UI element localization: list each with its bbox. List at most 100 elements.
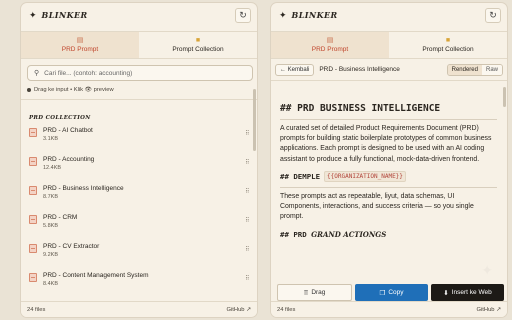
scrollbar[interactable] — [253, 89, 256, 151]
brand: ✦ BLINKER — [29, 10, 88, 21]
doc-subheading: ## DEMPLE {{ORGANIZATION_NAME}} — [280, 170, 497, 182]
item-size: 9.2KB — [43, 252, 58, 258]
tab-prompt-collection[interactable]: ■ Prompt Collection — [389, 32, 507, 58]
refresh-button[interactable]: ↻ — [485, 8, 501, 23]
clipboard-icon: ▤ — [326, 37, 334, 44]
item-size: 3.1KB — [43, 136, 58, 142]
document-icon — [29, 244, 37, 253]
document-icon — [29, 215, 37, 224]
tab-prompt-collection[interactable]: ■ Prompt Collection — [139, 32, 257, 58]
usage-hint: Drag ke input • Klik 👁 preview — [21, 81, 257, 93]
clipboard-icon: ▤ — [76, 37, 84, 44]
copy-icon: ❐ — [379, 289, 386, 297]
drag-label: Drag — [311, 289, 326, 296]
hint-text: Drag ke input • Klik 👁 preview — [34, 87, 114, 93]
search-box: ⚲ — [27, 65, 253, 81]
item-size: 5.8KB — [43, 223, 58, 229]
doc-paragraph: A curated set of detailed Product Requir… — [280, 125, 492, 163]
view-toggle: Rendered Raw — [446, 63, 503, 76]
insert-label: Insert ke Web — [451, 289, 492, 296]
drag-handle-icon[interactable]: ⠿ — [245, 130, 249, 137]
titlebar: ✦ BLINKER ↻ — [271, 3, 507, 27]
brand-name: BLINKER — [41, 10, 88, 20]
list-item[interactable]: PRD - CV Extractor 9.2KB ⠿ — [21, 237, 257, 266]
bullet-icon — [27, 88, 31, 92]
tab-label: Prompt Collection — [422, 46, 474, 53]
download-icon: ⬇ — [443, 289, 449, 297]
left-panel: ✦ BLINKER ↻ ▤ PRD Prompt ■ Prompt Collec… — [20, 2, 258, 318]
document-icon — [29, 157, 37, 166]
github-link[interactable]: GitHub ↗ — [476, 307, 501, 313]
right-panel: ✦ BLINKER ↻ ▤ PRD Prompt ■ Prompt Collec… — [270, 2, 508, 318]
section-label: PRD COLLECTION — [29, 115, 91, 121]
doc-title: PRD - Business Intelligence — [319, 66, 400, 73]
raw-toggle[interactable]: Raw — [481, 64, 502, 75]
item-size: 8.7KB — [43, 194, 58, 200]
doc-heading: ## PRD BUSINESS INTELLIGENCE — [280, 103, 441, 114]
titlebar: ✦ BLINKER ↻ — [21, 3, 257, 27]
rendered-toggle[interactable]: Rendered — [447, 64, 482, 75]
scrollbar[interactable] — [503, 87, 506, 107]
file-list: PRD COLLECTION PRD - AI Chatbot 3.1KB ⠿ P… — [21, 110, 257, 301]
divider — [21, 99, 257, 100]
drag-handle-icon[interactable]: ⠿ — [245, 159, 249, 166]
search-input[interactable] — [44, 69, 246, 77]
search-icon: ⚲ — [34, 70, 40, 77]
drag-handle-icon[interactable]: ⠿ — [245, 188, 249, 195]
sparkle-icon: ✦ — [29, 9, 37, 20]
document-icon — [29, 186, 37, 195]
item-size: 8.4KB — [43, 281, 58, 287]
heading-rule — [280, 186, 497, 188]
tab-label: Prompt Collection — [172, 46, 224, 53]
refresh-icon: ↻ — [239, 10, 247, 20]
action-bar: ⠿ Drag ❐ Copy ⬇ Insert ke Web — [271, 284, 507, 301]
template-variable: {{ORGANIZATION_NAME}} — [324, 170, 406, 182]
item-title: PRD - CRM — [43, 214, 78, 221]
item-title: PRD - AI Chatbot — [43, 127, 93, 134]
copy-label: Copy — [388, 289, 404, 296]
file-count: 24 files — [27, 306, 46, 313]
subheading-text: ## PRD — [280, 230, 307, 240]
refresh-button[interactable]: ↻ — [235, 8, 251, 23]
list-item[interactable]: PRD - Business Intelligence 8.7KB ⠿ — [21, 179, 257, 208]
file-count: 24 files — [277, 306, 296, 313]
folder-icon: ■ — [445, 37, 451, 44]
document-icon — [29, 273, 37, 282]
markdown-preview: ## PRD BUSINESS INTELLIGENCE A curated s… — [271, 91, 507, 284]
folder-icon: ■ — [195, 37, 201, 44]
drag-button[interactable]: ⠿ Drag — [277, 284, 352, 301]
list-item[interactable]: PRD - Accounting 12.4KB ⠿ — [21, 150, 257, 179]
back-button[interactable]: ← Kembali — [275, 63, 315, 76]
item-title: PRD - CV Extractor — [43, 243, 100, 250]
drag-icon: ⠿ — [303, 289, 309, 297]
document-icon — [29, 128, 37, 137]
list-item[interactable]: PRD - CRM 5.8KB ⠿ — [21, 208, 257, 237]
subheading-italic: GRAND ACTIONGS — [311, 230, 387, 240]
list-item[interactable]: PRD - Content Management System 8.4KB ⠿ — [21, 266, 257, 295]
brand: ✦ BLINKER — [279, 10, 338, 21]
tab-bar: ▤ PRD Prompt ■ Prompt Collection — [271, 31, 507, 59]
list-item[interactable]: PRD - AI Chatbot 3.1KB ⠿ — [21, 121, 257, 150]
tab-label: PRD Prompt — [61, 46, 99, 53]
tab-bar: ▤ PRD Prompt ■ Prompt Collection — [21, 31, 257, 59]
footer: 24 files GitHub ↗ — [271, 301, 507, 317]
doc-paragraph: These prompts act as repeatable, liyut, … — [280, 192, 474, 221]
sparkle-icon: ✦ — [279, 9, 287, 20]
item-title: PRD - Content Management System — [43, 272, 149, 279]
item-title: PRD - Business Intelligence — [43, 185, 124, 192]
preview-toolbar: ← Kembali PRD - Business Intelligence Re… — [271, 59, 507, 81]
subheading-text: ## DEMPLE — [280, 171, 321, 181]
tab-prd-prompt[interactable]: ▤ PRD Prompt — [21, 32, 139, 58]
drag-handle-icon[interactable]: ⠿ — [245, 217, 249, 224]
footer: 24 files GitHub ↗ — [21, 301, 257, 317]
sparkle-icon: ✦ — [481, 262, 493, 278]
github-link[interactable]: GitHub ↗ — [226, 307, 251, 313]
tab-label: PRD Prompt — [311, 46, 349, 53]
brand-name: BLINKER — [291, 10, 338, 20]
item-size: 12.4KB — [43, 165, 62, 171]
copy-button[interactable]: ❐ Copy — [355, 284, 428, 301]
drag-handle-icon[interactable]: ⠿ — [245, 275, 249, 282]
tab-prd-prompt[interactable]: ▤ PRD Prompt — [271, 32, 389, 58]
insert-button[interactable]: ⬇ Insert ke Web — [431, 284, 504, 301]
drag-handle-icon[interactable]: ⠿ — [245, 246, 249, 253]
